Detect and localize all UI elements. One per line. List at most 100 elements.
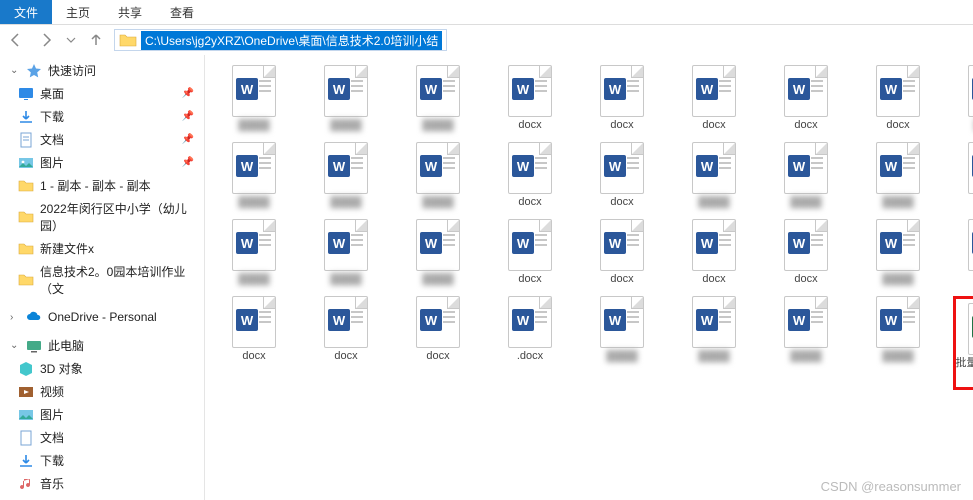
sidebar-quick-access[interactable]: ⌄ 快速访问 bbox=[0, 59, 204, 82]
file-item[interactable]: W████ bbox=[309, 219, 383, 286]
sidebar-item-label: 新建文件x bbox=[40, 240, 94, 257]
sidebar-item-label: 图片 bbox=[40, 406, 64, 423]
file-item[interactable]: Wdocx bbox=[953, 219, 973, 286]
sidebar-label: 快速访问 bbox=[48, 62, 96, 79]
file-item[interactable]: Wdocx bbox=[953, 142, 973, 209]
file-label: docx bbox=[493, 196, 567, 209]
file-item[interactable]: Wdocx bbox=[861, 65, 935, 132]
picture-icon bbox=[18, 155, 34, 171]
file-item-highlighted[interactable]: X批量实践模板.xls bbox=[953, 296, 973, 390]
word-file-icon: W bbox=[692, 296, 736, 348]
tab-share[interactable]: 共享 bbox=[104, 0, 156, 24]
file-item[interactable]: W████ bbox=[217, 219, 291, 286]
sidebar-item-music[interactable]: 音乐 bbox=[0, 472, 204, 495]
sidebar-item-folder[interactable]: 信息技术2。0园本培训作业（文 bbox=[0, 260, 204, 300]
tab-file[interactable]: 文件 bbox=[0, 0, 52, 24]
sidebar-onedrive[interactable]: › OneDrive - Personal bbox=[0, 306, 204, 328]
file-item[interactable]: W████ bbox=[401, 142, 475, 209]
nav-back-icon[interactable] bbox=[4, 28, 28, 52]
file-item[interactable]: W████ bbox=[677, 296, 751, 390]
sidebar-item-downloads[interactable]: 下载 bbox=[0, 449, 204, 472]
sidebar-item-pictures[interactable]: 图片 📌 bbox=[0, 151, 204, 174]
file-item[interactable]: W████ bbox=[861, 296, 935, 390]
file-item[interactable]: W████ bbox=[769, 296, 843, 390]
sidebar-item-documents[interactable]: 文档 📌 bbox=[0, 128, 204, 151]
word-file-icon: W bbox=[508, 142, 552, 194]
file-label: ████ bbox=[401, 273, 475, 286]
file-item[interactable]: Wdocx bbox=[585, 219, 659, 286]
file-label: ████ bbox=[217, 119, 291, 132]
sidebar-item-folder[interactable]: 1 - 副本 - 副本 - 副本 bbox=[0, 174, 204, 197]
file-item[interactable]: W████ bbox=[677, 142, 751, 209]
sidebar-item-3d[interactable]: 3D 对象 bbox=[0, 357, 204, 380]
file-label: docx bbox=[309, 350, 383, 363]
sidebar-item-downloads[interactable]: 下载 📌 bbox=[0, 105, 204, 128]
file-item[interactable]: W.docx bbox=[493, 296, 567, 390]
file-item[interactable]: W████ bbox=[861, 142, 935, 209]
folder-icon bbox=[18, 178, 34, 194]
tab-home[interactable]: 主页 bbox=[52, 0, 104, 24]
main-area: ⌄ 快速访问 桌面 📌 下载 📌 文档 📌 图片 bbox=[0, 55, 973, 500]
sidebar-item-label: 桌面 bbox=[40, 85, 64, 102]
word-file-icon: W bbox=[600, 142, 644, 194]
file-item[interactable]: W████ bbox=[401, 65, 475, 132]
nav-forward-icon[interactable] bbox=[34, 28, 58, 52]
tab-view[interactable]: 查看 bbox=[156, 0, 208, 24]
file-label: ████ bbox=[401, 196, 475, 209]
sidebar-item-documents[interactable]: 文档 bbox=[0, 426, 204, 449]
file-item[interactable]: W████ bbox=[309, 142, 383, 209]
chevron-down-icon: ⌄ bbox=[10, 65, 20, 76]
sidebar-item-folder[interactable]: 2022年闵行区中小学（幼儿园） bbox=[0, 197, 204, 237]
file-item[interactable]: Wdocx bbox=[769, 65, 843, 132]
file-label: docx bbox=[493, 119, 567, 132]
word-file-icon: W bbox=[324, 296, 368, 348]
file-label: ████ bbox=[861, 273, 935, 286]
sidebar-item-label: 文档 bbox=[40, 429, 64, 446]
file-item[interactable]: W ████ bbox=[585, 296, 659, 390]
file-label: ████ bbox=[769, 196, 843, 209]
address-bar[interactable]: C:\Users\jg2yXRZ\OneDrive\桌面\信息技术2.0培训小结 bbox=[114, 29, 447, 51]
file-item[interactable]: W████ bbox=[217, 65, 291, 132]
file-item[interactable]: Wdocx bbox=[493, 219, 567, 286]
word-file-icon: W bbox=[692, 219, 736, 271]
sidebar-item-desktop[interactable]: 桌面 📌 bbox=[0, 82, 204, 105]
word-file-icon: W bbox=[600, 296, 644, 348]
sidebar-item-label: 视频 bbox=[40, 383, 64, 400]
nav-dropdown-icon[interactable] bbox=[64, 28, 78, 52]
music-icon bbox=[18, 476, 34, 492]
file-item[interactable]: W████ bbox=[953, 65, 973, 132]
file-view[interactable]: W████W████W████WdocxWdocxWdocxWdocxWdocx… bbox=[205, 55, 973, 500]
picture-icon bbox=[18, 407, 34, 423]
file-item[interactable]: Wdocx bbox=[493, 65, 567, 132]
sidebar-item-folder[interactable]: 新建文件x bbox=[0, 237, 204, 260]
address-path[interactable]: C:\Users\jg2yXRZ\OneDrive\桌面\信息技术2.0培训小结 bbox=[141, 31, 442, 50]
sidebar-item-video[interactable]: 视频 bbox=[0, 380, 204, 403]
file-item[interactable]: Wdocx bbox=[309, 296, 383, 390]
word-file-icon: W bbox=[968, 65, 973, 117]
file-item[interactable]: Wdocx bbox=[217, 296, 291, 390]
file-label: docx bbox=[217, 350, 291, 363]
sidebar-item-pictures[interactable]: 图片 bbox=[0, 403, 204, 426]
file-item[interactable]: Wdocx bbox=[585, 65, 659, 132]
file-label: ████ bbox=[585, 350, 659, 363]
folder-icon bbox=[18, 272, 34, 288]
file-item[interactable]: Wdocx bbox=[493, 142, 567, 209]
nav-up-icon[interactable] bbox=[84, 28, 108, 52]
word-file-icon: W bbox=[692, 65, 736, 117]
file-item[interactable]: Wdocx bbox=[677, 65, 751, 132]
file-label: ████ bbox=[861, 350, 935, 363]
desktop-icon bbox=[18, 86, 34, 102]
file-item[interactable]: Wdocx bbox=[677, 219, 751, 286]
word-file-icon: W bbox=[784, 142, 828, 194]
file-item[interactable]: W████ bbox=[401, 219, 475, 286]
file-item[interactable]: W████ bbox=[217, 142, 291, 209]
file-item[interactable]: Wdocx bbox=[401, 296, 475, 390]
sidebar-thispc[interactable]: ⌄ 此电脑 bbox=[0, 334, 204, 357]
file-item[interactable]: Wdocx bbox=[585, 142, 659, 209]
file-item[interactable]: W████ bbox=[861, 219, 935, 286]
file-item[interactable]: Wdocx bbox=[769, 219, 843, 286]
file-item[interactable]: W ████ bbox=[769, 142, 843, 209]
file-item[interactable]: W████ bbox=[309, 65, 383, 132]
pin-icon: 📌 bbox=[182, 88, 194, 99]
file-label: docx bbox=[493, 273, 567, 286]
